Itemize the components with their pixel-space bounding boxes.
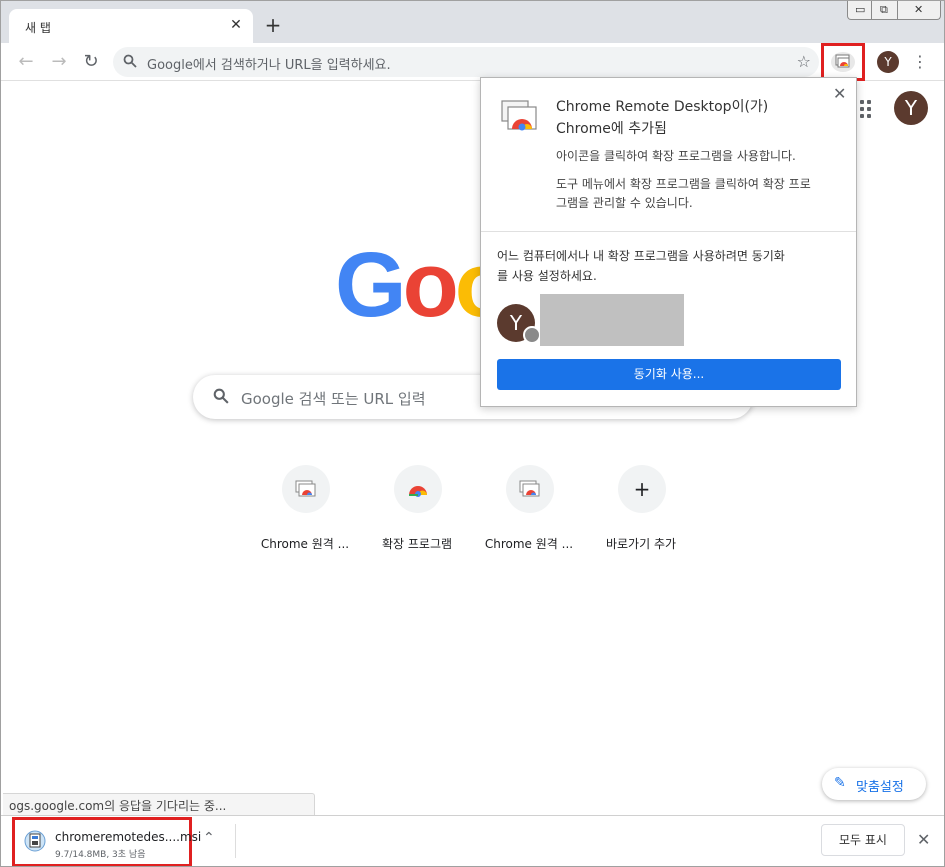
tab-close-icon[interactable]: ✕ (229, 18, 243, 32)
forward-button[interactable]: → (48, 51, 70, 73)
toolbar: ← → ↻ Google에서 검색하거나 URL을 입력하세요. ☆ Y ⋮ (1, 43, 944, 81)
remote-desktop-icon (831, 52, 855, 72)
add-shortcut-tile[interactable]: + 바로가기 추가 (585, 463, 697, 563)
extension-installed-bubble: ✕ Chrome Remote Desktop이(가) Chrome에 추가됨 … (480, 77, 857, 407)
window-close-button[interactable]: ✕ (897, 1, 941, 20)
shortcut-tile[interactable]: 확장 프로그램 (361, 463, 473, 563)
bubble-info-text: 그램을 관리할 수 있습니다. (556, 196, 693, 210)
chrome-icon (394, 465, 442, 513)
download-progress-text: 9.7/14.8MB, 3초 남음 (55, 850, 146, 860)
sync-paused-badge-icon (523, 326, 541, 344)
omnibox[interactable]: Google에서 검색하거나 URL을 입력하세요. ☆ (113, 47, 819, 77)
shortcut-tile[interactable]: Chrome 원격 ... (473, 463, 585, 563)
tab-new-tab[interactable]: 새 탭 ✕ (9, 9, 253, 43)
bubble-title-line: Chrome Remote Desktop이(가) (556, 99, 769, 115)
new-tab-button[interactable]: + (263, 15, 283, 35)
maximize-button[interactable]: ⧉ (871, 1, 898, 20)
remote-desktop-extension-button[interactable] (821, 43, 865, 81)
close-icon[interactable]: ✕ (833, 84, 846, 103)
reload-icon: ↻ (83, 51, 99, 72)
minimize-button[interactable]: ▭ (847, 1, 872, 20)
shortcut-tiles: Chrome 원격 ... 확장 프로그램 Chrome 원격 ... + 바로… (249, 463, 709, 563)
enable-sync-button[interactable]: 동기화 사용... (497, 359, 841, 390)
ntp-search-placeholder: Google 검색 또는 URL 입력 (241, 390, 426, 408)
maximize-icon: ⧉ (880, 3, 888, 16)
reload-button[interactable]: ↻ (80, 51, 102, 73)
ntp-profile-avatar[interactable]: Y (894, 91, 928, 125)
shortcut-label: Chrome 원격 ... (260, 537, 350, 551)
browser-window: 새 탭 ✕ + ▭ ⧉ ✕ ← → ↻ Google에서 검색하거나 URL을 … (0, 0, 945, 867)
bookmark-star-icon[interactable]: ☆ (797, 52, 811, 71)
download-item[interactable]: chromeremotedes....msi 9.7/14.8MB, 3초 남음 (12, 817, 201, 866)
search-icon (123, 54, 137, 68)
omnibox-placeholder: Google에서 검색하거나 URL을 입력하세요. (147, 58, 391, 73)
account-name-redacted (540, 294, 684, 346)
pencil-icon: ✎ (834, 775, 846, 791)
bubble-title: Chrome Remote Desktop이(가) Chrome에 추가됨 (556, 96, 806, 140)
shortcut-label: 바로가기 추가 (605, 537, 677, 551)
search-icon (213, 388, 229, 404)
tab-strip: 새 탭 ✕ + ▭ ⧉ ✕ (1, 1, 944, 43)
remote-desktop-icon (282, 465, 330, 513)
customize-label: 맞춤설정 (856, 780, 904, 795)
remote-desktop-icon (499, 98, 539, 134)
show-all-downloads-button[interactable]: 모두 표시 (821, 824, 905, 856)
close-icon[interactable]: ✕ (917, 830, 930, 849)
chevron-up-icon[interactable]: ⌃ (203, 830, 215, 846)
profile-avatar[interactable]: Y (877, 51, 899, 73)
back-arrow-icon: ← (18, 51, 34, 72)
status-bubble: ogs.google.com의 응답을 기다리는 중... (3, 793, 315, 815)
logo-letter: o (402, 234, 459, 336)
sync-text-line: 를 사용 설정하세요. (497, 269, 597, 283)
download-file-name: chromeremotedes....msi (55, 830, 202, 844)
back-button[interactable]: ← (15, 51, 37, 73)
window-close-icon: ✕ (914, 3, 924, 16)
shortcut-tile[interactable]: Chrome 원격 ... (249, 463, 361, 563)
shortcut-label: Chrome 원격 ... (484, 537, 574, 551)
download-shelf: chromeremotedes....msi 9.7/14.8MB, 3초 남음… (1, 815, 944, 866)
plus-icon: + (618, 465, 666, 513)
tab-title: 새 탭 (25, 21, 51, 35)
installer-file-icon (24, 828, 46, 854)
minimize-icon: ▭ (855, 3, 866, 16)
bubble-title-line: Chrome에 추가됨 (556, 121, 667, 137)
sync-text-line: 어느 컴퓨터에서나 내 확장 프로그램을 사용하려면 동기화 (497, 249, 785, 263)
sync-prompt-text: 어느 컴퓨터에서나 내 확장 프로그램을 사용하려면 동기화 를 사용 설정하세… (497, 246, 847, 286)
forward-arrow-icon: → (51, 51, 67, 72)
bubble-info-text: 도구 메뉴에서 확장 프로그램을 클릭하여 확장 프로 (556, 177, 811, 191)
chrome-menu-icon[interactable]: ⋮ (911, 51, 929, 73)
logo-letter: G (335, 234, 407, 336)
divider (481, 231, 856, 232)
divider (235, 824, 236, 858)
customize-button[interactable]: ✎ 맞춤설정 (822, 768, 926, 800)
remote-desktop-icon (506, 465, 554, 513)
shortcut-label: 확장 프로그램 (381, 537, 453, 551)
bubble-info-text: 아이콘을 클릭하여 확장 프로그램을 사용합니다. (556, 149, 796, 163)
